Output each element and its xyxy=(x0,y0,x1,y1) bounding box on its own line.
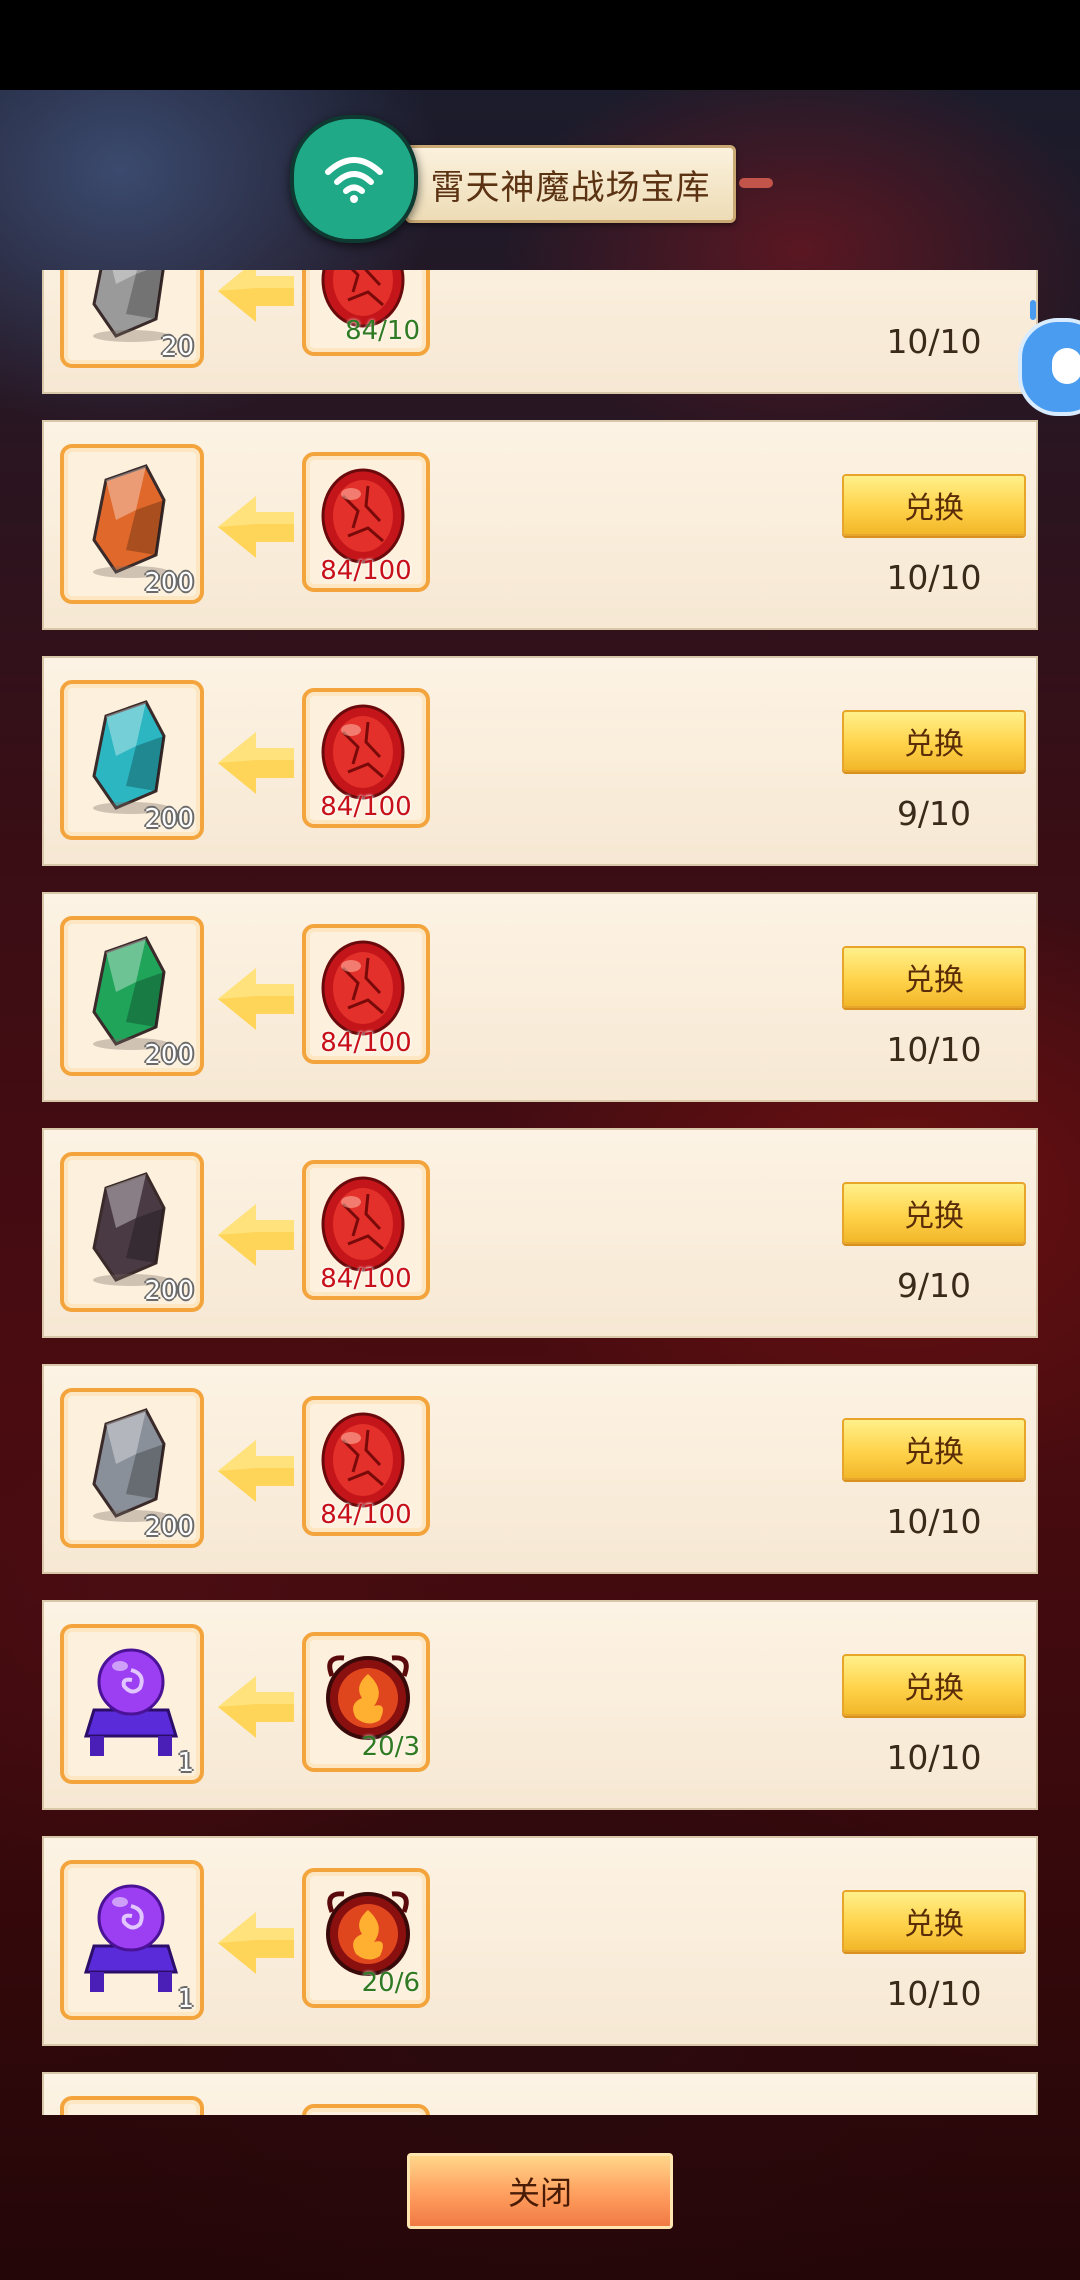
cost-progress: 84/100 xyxy=(320,1500,412,1530)
exchange-limit: 10/10 xyxy=(886,558,982,597)
arrow-left-icon xyxy=(216,1672,296,1742)
cost-progress: 84/100 xyxy=(320,1264,412,1294)
exchange-limit: 9/10 xyxy=(896,1266,972,1305)
reward-item-slot[interactable]: 1 xyxy=(60,1624,204,1784)
floating-assistant-icon[interactable] xyxy=(1018,300,1080,416)
exchange-limit: 10/10 xyxy=(886,1502,982,1541)
cost-item-slot[interactable]: 84/100 xyxy=(302,924,430,1064)
exchange-limit: 10/10 xyxy=(886,1974,982,2013)
cost-item-slot[interactable]: 84/100 xyxy=(302,452,430,592)
exchange-button[interactable]: 兑换 xyxy=(842,946,1026,1008)
status-bar xyxy=(0,0,1080,90)
crystal-orange-icon xyxy=(76,460,186,584)
arrow-left-icon xyxy=(216,964,296,1034)
cost-item-slot[interactable]: 20/3 xyxy=(302,1632,430,1772)
red-orb-icon xyxy=(318,702,408,806)
exchange-limit: 10/10 xyxy=(886,1030,982,1069)
reward-item-slot[interactable]: 200 xyxy=(60,1388,204,1548)
cost-item-slot[interactable] xyxy=(302,2104,430,2115)
reward-item-slot[interactable]: 200 xyxy=(60,916,204,1076)
cost-progress: 84/100 xyxy=(320,556,412,586)
crystal-green-icon xyxy=(76,932,186,1056)
assistant-eye xyxy=(1052,348,1080,384)
exchange-limit: 10/10 xyxy=(886,322,982,361)
purple-orb-pedestal-icon xyxy=(76,2112,186,2115)
reward-item-slot[interactable] xyxy=(60,2096,204,2115)
crystal-cyan-icon xyxy=(76,696,186,820)
crystal-silver-icon xyxy=(76,1404,186,1528)
exchange-button[interactable]: 兑换 xyxy=(842,1418,1026,1480)
arrow-left-icon xyxy=(216,1436,296,1506)
reward-count: 200 xyxy=(144,804,194,834)
crystal-dark-icon xyxy=(76,1168,186,1292)
banner-tassel xyxy=(739,178,773,188)
reward-count: 200 xyxy=(144,568,194,598)
cost-progress: 20/3 xyxy=(361,1732,420,1762)
reward-count: 20 xyxy=(160,332,194,362)
close-button[interactable]: 关闭 xyxy=(407,2153,673,2229)
arrow-left-icon xyxy=(216,728,296,798)
exchange-button[interactable]: 兑换 xyxy=(842,1182,1026,1244)
exchange-row: 200 84/100 兑换 10/10 xyxy=(42,420,1038,630)
cost-progress: 84/100 xyxy=(320,792,412,822)
reward-item-slot[interactable]: 200 xyxy=(60,680,204,840)
exchange-button[interactable]: 兑换 xyxy=(842,1654,1026,1716)
reward-item-slot[interactable]: 200 xyxy=(60,444,204,604)
reward-count: 200 xyxy=(144,1040,194,1070)
page-title: 霄天神魔战场宝库 xyxy=(430,167,711,208)
exchange-row: 200 84/100 兑换 10/10 xyxy=(42,892,1038,1102)
exchange-limit: 9/10 xyxy=(896,794,972,833)
exchange-button[interactable]: 兑换 xyxy=(842,1890,1026,1952)
red-orb-icon xyxy=(318,938,408,1042)
exchange-row: 200 84/100 兑换 9/10 xyxy=(42,1128,1038,1338)
exchange-row: 兑换 xyxy=(42,2072,1038,2115)
cost-item-slot[interactable]: 84/100 xyxy=(302,1396,430,1536)
reward-count: 200 xyxy=(144,1512,194,1542)
cost-item-slot[interactable]: 84/100 xyxy=(302,688,430,828)
arrow-left-icon xyxy=(216,492,296,562)
arrow-left-icon xyxy=(216,1200,296,1270)
reward-item-slot[interactable]: 200 xyxy=(60,1152,204,1312)
exchange-row: 20 84/10 10/10 xyxy=(42,270,1038,394)
arrow-left-icon xyxy=(216,270,296,326)
exchange-row: 1 20/6 兑换 10/10 xyxy=(42,1836,1038,2046)
exchange-row: 1 20/3 兑换 10/10 xyxy=(42,1600,1038,1810)
cost-progress: 84/100 xyxy=(320,1028,412,1058)
arrow-left-icon xyxy=(216,1908,296,1978)
exchange-limit: 10/10 xyxy=(886,1738,982,1777)
reward-item-slot[interactable]: 1 xyxy=(60,1860,204,2020)
exchange-button[interactable]: 兑换 xyxy=(842,474,1026,536)
antenna xyxy=(1030,300,1036,320)
exchange-button[interactable]: 兑换 xyxy=(842,710,1026,772)
wifi-icon[interactable] xyxy=(290,115,418,243)
purple-orb-pedestal-icon xyxy=(76,1876,186,2000)
title-banner: 霄天神魔战场宝库 xyxy=(405,145,773,223)
red-orb-icon xyxy=(318,1174,408,1278)
reward-count: 1 xyxy=(177,1984,194,2014)
red-orb-icon xyxy=(318,1410,408,1514)
red-orb-icon xyxy=(318,466,408,570)
exchange-row: 200 84/100 兑换 10/10 xyxy=(42,1364,1038,1574)
reward-count: 1 xyxy=(177,1748,194,1778)
purple-orb-pedestal-icon xyxy=(76,1640,186,1764)
exchange-list[interactable]: 20 84/10 10/10 200 84/100 兑换 10/10 200 84/1… xyxy=(42,270,1040,2115)
cost-progress: 84/10 xyxy=(345,316,420,346)
cost-item-slot[interactable]: 84/100 xyxy=(302,1160,430,1300)
exchange-row: 200 84/100 兑换 9/10 xyxy=(42,656,1038,866)
cost-item-slot[interactable]: 20/6 xyxy=(302,1868,430,2008)
reward-count: 200 xyxy=(144,1276,194,1306)
cost-progress: 20/6 xyxy=(361,1968,420,1998)
reward-item-slot[interactable]: 20 xyxy=(60,270,204,368)
cost-item-slot[interactable]: 84/10 xyxy=(302,270,430,356)
